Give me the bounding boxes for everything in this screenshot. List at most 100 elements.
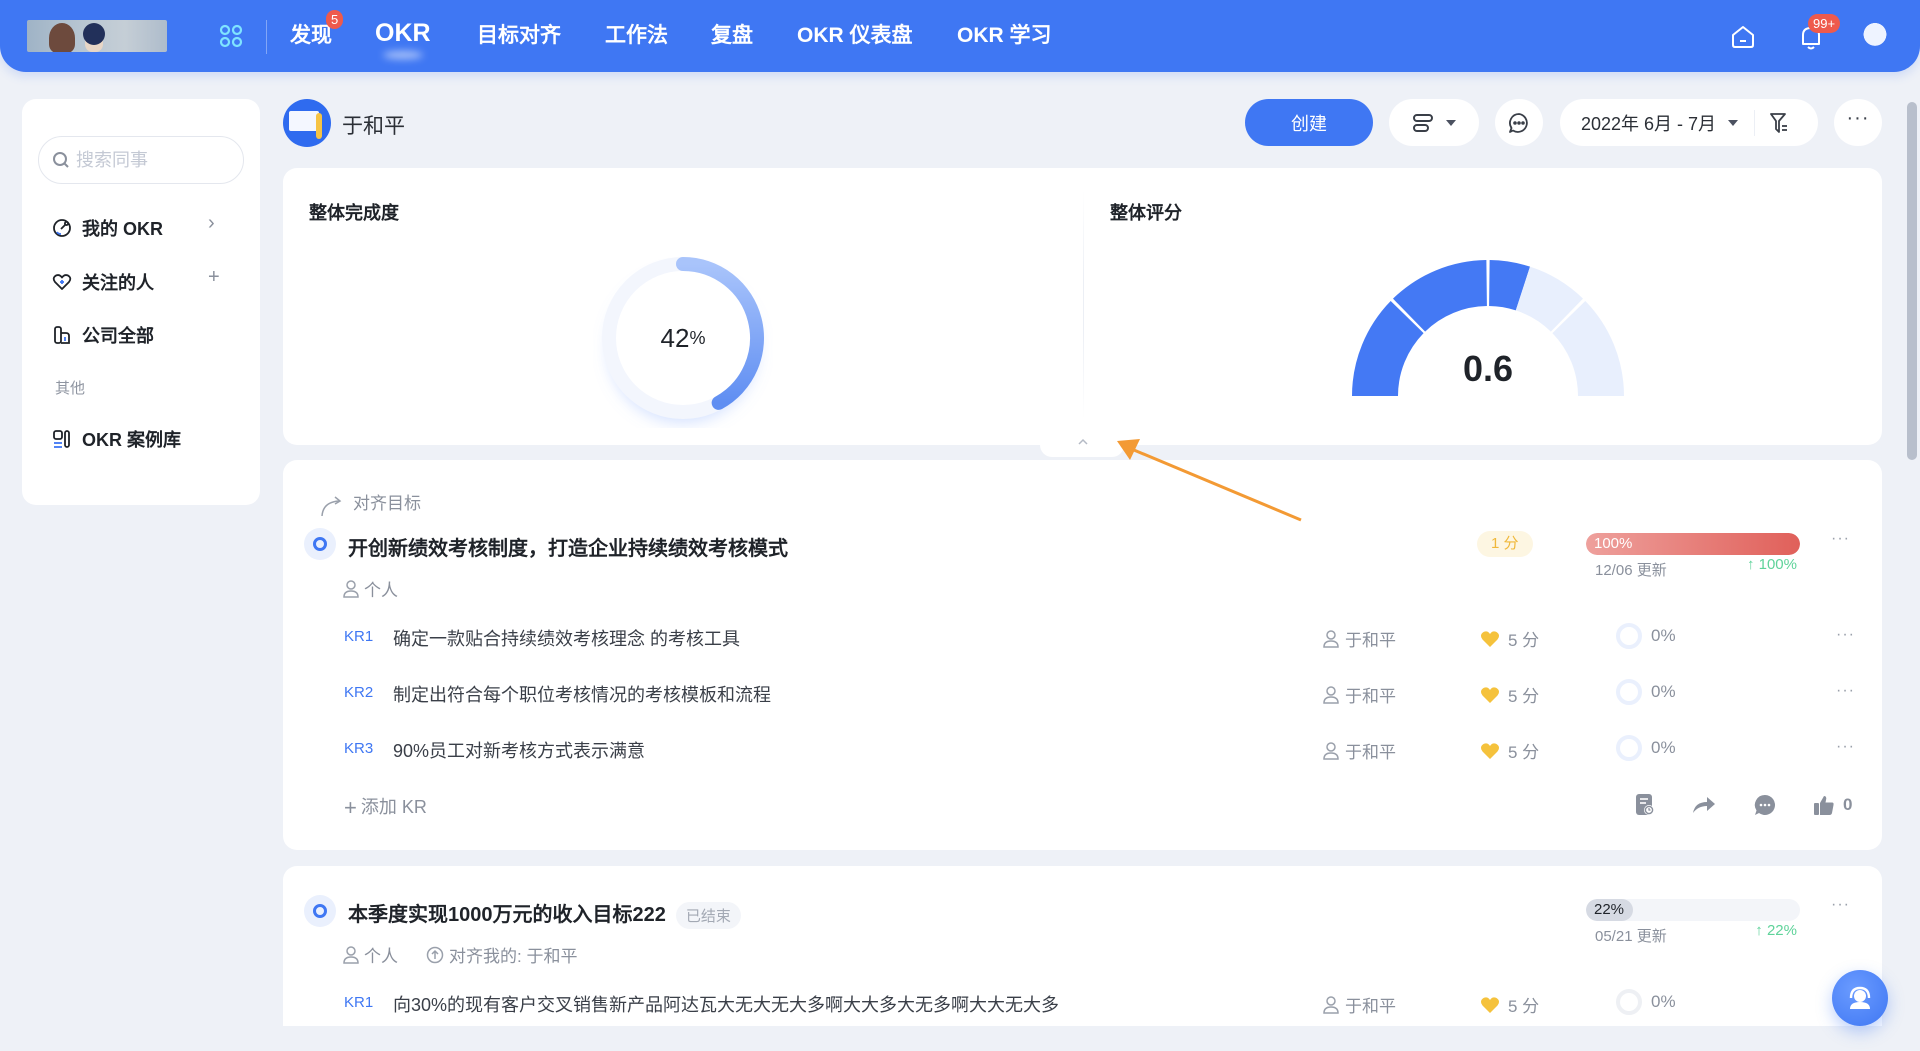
logo[interactable] [27, 20, 167, 52]
home-icon[interactable] [1730, 24, 1756, 50]
search-colleagues[interactable] [38, 136, 244, 184]
building-icon [51, 324, 73, 346]
progress-ring-icon [1616, 989, 1642, 1015]
filter-icon[interactable] [1769, 112, 1789, 134]
add-kr-button[interactable]: + 添加 KR [344, 793, 427, 821]
kr-label: KR3 [344, 740, 374, 757]
objective-status-icon [304, 895, 336, 927]
comment-icon[interactable] [1753, 793, 1777, 817]
search-input[interactable] [76, 149, 236, 171]
sidebar-item-okr-library[interactable]: OKR 案例库 [51, 426, 181, 452]
objective-progress-bar[interactable]: 22% [1586, 899, 1800, 921]
okr-card: 对齐目标 开创新绩效考核制度，打造企业持续绩效考核模式 个人 1 分 100% … [283, 460, 1882, 850]
ellipsis-icon: ··· [1846, 107, 1870, 129]
caret-down-icon [1446, 119, 1456, 126]
kr-text[interactable]: 制定出符合每个职位考核情况的考核模板和流程 [393, 681, 771, 707]
nav-divider [266, 20, 267, 54]
layout-icon [1413, 113, 1433, 132]
objective-type-label: 个人 [364, 581, 398, 600]
person-icon [343, 945, 359, 964]
heart-score-icon [1480, 686, 1500, 703]
apps-icon[interactable] [219, 24, 243, 48]
heart-score-icon [1480, 996, 1500, 1013]
date-range-label: 2022年 6月 - 7月 [1581, 113, 1717, 134]
completion-unit: % [689, 327, 706, 348]
avatar[interactable] [1857, 20, 1893, 56]
chevron-up-icon[interactable] [1077, 438, 1089, 446]
kr-owner[interactable]: 于和平 [1323, 738, 1396, 763]
objective-title[interactable]: 本季度实现1000万元的收入目标222 已结束 [348, 898, 741, 930]
score-title: 整体评分 [1110, 203, 1182, 223]
kr-owner[interactable]: 于和平 [1323, 682, 1396, 707]
objective-more-button[interactable]: ··· [1831, 530, 1850, 548]
create-button[interactable]: 创建 [1245, 99, 1373, 146]
date-range-filter[interactable]: 2022年 6月 - 7月 [1560, 99, 1818, 146]
chevron-right-icon[interactable]: › [208, 212, 215, 235]
nav-dashboard[interactable]: OKR 仪表盘 [797, 22, 913, 50]
share-icon[interactable] [1691, 795, 1717, 815]
align-arrow-icon [321, 496, 342, 517]
plus-icon: + [344, 795, 357, 820]
kr-progress[interactable]: 0% [1616, 623, 1676, 649]
kr-score[interactable]: 5 分 [1480, 992, 1539, 1017]
kr-score-value: 5 分 [1508, 743, 1540, 762]
kr-text[interactable]: 确定一款贴合持续绩效考核理念 的考核工具 [393, 625, 740, 651]
nav-discover[interactable]: 发现 [290, 22, 332, 50]
kr-more-button[interactable]: ··· [1836, 626, 1855, 644]
objective-score[interactable]: 1 分 [1477, 531, 1533, 557]
progress-updated: 12/06 更新 [1595, 562, 1667, 579]
progress-delta: ↑ 100% [1746, 556, 1797, 573]
kr-more-button[interactable]: ··· [1836, 682, 1855, 700]
kr-owner[interactable]: 于和平 [1323, 992, 1396, 1017]
kr-progress[interactable]: 0% [1616, 989, 1676, 1015]
scrollbar[interactable] [1907, 102, 1917, 460]
kr-owner[interactable]: 于和平 [1323, 626, 1396, 651]
sidebar-item-following[interactable]: 关注的人 [51, 269, 154, 295]
kr-score[interactable]: 5 分 [1480, 738, 1539, 763]
nav-learning[interactable]: OKR 学习 [957, 22, 1052, 50]
kr-text[interactable]: 90%员工对新考核方式表示满意 [393, 737, 645, 763]
sidebar-item-my-okr[interactable]: 我的 OKR [51, 215, 163, 241]
align-up-icon [426, 946, 444, 963]
kr-score[interactable]: 5 分 [1480, 626, 1539, 651]
heart-score-icon [1480, 742, 1500, 759]
aligned-to-label[interactable]: 对齐我的: 于和平 [449, 942, 577, 967]
kr-score-value: 5 分 [1508, 631, 1540, 650]
kr-owner-name: 于和平 [1345, 743, 1396, 762]
aligned-objective-link[interactable]: 对齐目标 [353, 489, 421, 514]
kr-more-button[interactable]: ··· [1836, 738, 1855, 756]
objective-title[interactable]: 开创新绩效考核制度，打造企业持续绩效考核模式 [348, 532, 788, 561]
objective-more-button[interactable]: ··· [1831, 896, 1850, 914]
comments-button[interactable] [1495, 99, 1543, 146]
kr-label: KR1 [344, 628, 374, 645]
more-options-button[interactable]: ··· [1834, 99, 1882, 146]
collapse-tab[interactable] [1040, 445, 1124, 457]
sidebar: 我的 OKR › 关注的人 + 公司全部 其他 OKR 案例库 [22, 99, 260, 505]
user-name: 于和平 [342, 115, 405, 138]
objective-meta: 个人 对齐我的: 于和平 [343, 942, 577, 967]
nav-review[interactable]: 复盘 [711, 22, 753, 50]
user-avatar[interactable] [283, 99, 331, 147]
nav-goal-alignment[interactable]: 目标对齐 [477, 22, 561, 50]
kr-owner-name: 于和平 [1345, 687, 1396, 706]
kr-progress[interactable]: 0% [1616, 679, 1676, 705]
kr-score[interactable]: 5 分 [1480, 682, 1539, 707]
add-following-button[interactable]: + [208, 266, 220, 289]
kr-progress-value: 0% [1651, 738, 1676, 757]
objective-progress-bar[interactable]: 100% [1586, 533, 1800, 555]
progress-updated: 05/21 更新 [1595, 928, 1667, 945]
headset-icon [1849, 986, 1871, 1009]
nav-okr[interactable]: OKR [375, 19, 431, 47]
like-count: 0 [1843, 795, 1853, 814]
search-icon [53, 152, 69, 168]
customer-service-button[interactable] [1832, 970, 1888, 1026]
history-doc-icon[interactable] [1635, 793, 1655, 817]
status-badge: 已结束 [675, 902, 741, 930]
kr-text[interactable]: 向30%的现有客户交叉销售新产品阿达瓦大无大无大多啊大大多大无多啊大大无大多 [393, 991, 1059, 1017]
kr-progress[interactable]: 0% [1616, 735, 1676, 761]
sidebar-item-company[interactable]: 公司全部 [51, 322, 154, 348]
objective-status-icon [304, 528, 336, 560]
view-switch-dropdown[interactable] [1389, 99, 1479, 146]
like-icon[interactable] [1813, 794, 1835, 816]
nav-methods[interactable]: 工作法 [605, 22, 668, 50]
